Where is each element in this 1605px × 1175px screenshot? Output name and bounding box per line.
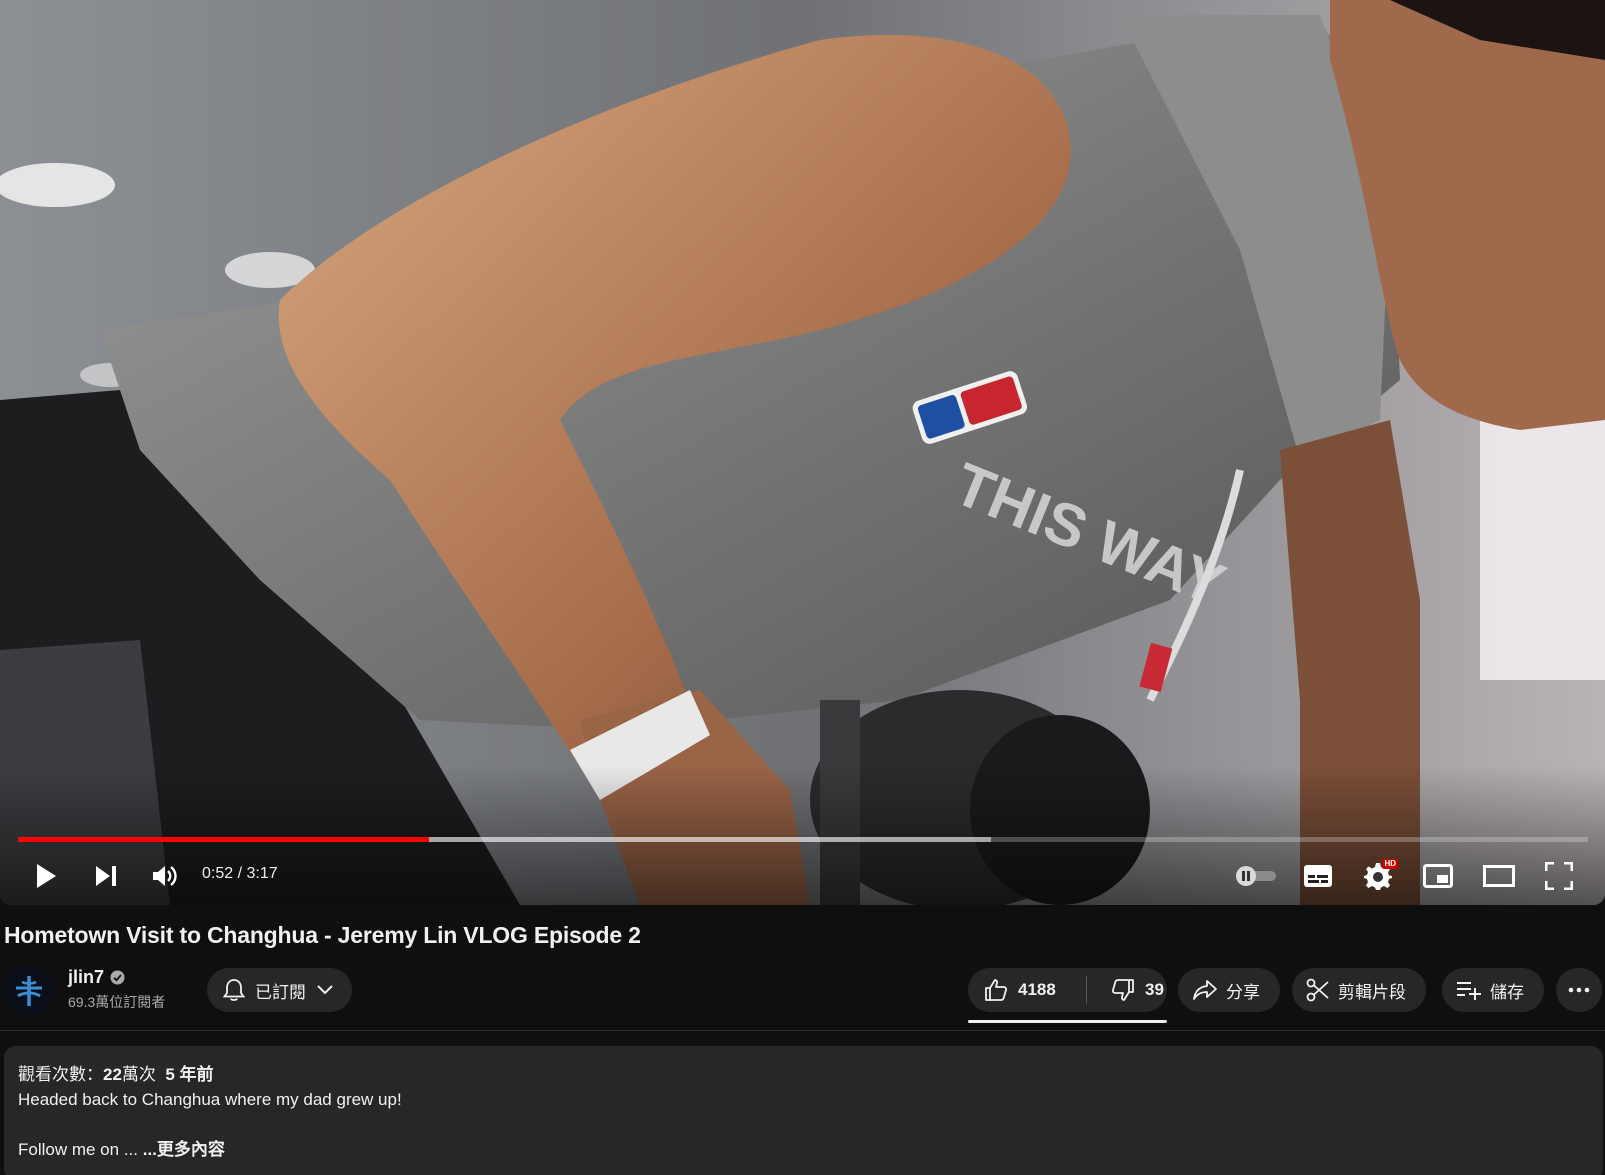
thumbs-down-icon [1111, 979, 1134, 1001]
channel-owner: jlin7 69.3萬位訂閱者 [4, 965, 165, 1017]
views-value: 22 [103, 1065, 122, 1084]
more-actions-button[interactable] [1556, 968, 1602, 1012]
clip-label: 剪輯片段 [1338, 982, 1406, 1002]
like-count: 4188 [1018, 980, 1056, 999]
views-unit: 萬次 [121, 1065, 156, 1084]
section-divider [0, 1030, 1605, 1031]
subscriber-count: 69.3萬位訂閱者 [68, 993, 166, 1010]
scissors-icon [1306, 978, 1329, 1002]
time-display: 0:52 / 3:17 [202, 865, 278, 882]
view-count-and-date: 觀看次數：22萬次 5 年前 [18, 1062, 1589, 1087]
subscribed-button[interactable]: 已訂閱 [207, 968, 352, 1012]
like-dislike-group: 4188 39 [968, 968, 1167, 1012]
description-line-2: Follow me on ... [18, 1140, 138, 1159]
progress-bar[interactable] [18, 837, 1588, 842]
settings-button[interactable]: HD [1354, 856, 1402, 896]
fullscreen-icon [1545, 862, 1573, 890]
share-button[interactable]: 分享 [1178, 968, 1280, 1012]
duration: 3:17 [246, 865, 278, 882]
like-indicator-underline [968, 1020, 1167, 1023]
verified-check-icon [110, 970, 125, 984]
autoplay-toggle[interactable] [1228, 856, 1284, 896]
play-button[interactable] [22, 856, 70, 896]
like-divider [1086, 976, 1087, 1004]
share-icon [1193, 980, 1217, 1000]
played-bar [18, 837, 430, 842]
channel-name[interactable]: jlin7 [68, 967, 104, 988]
miniplayer-button[interactable] [1414, 856, 1462, 896]
thumbs-up-icon [985, 979, 1008, 1001]
description-box[interactable]: 觀看次數：22萬次 5 年前 Headed back to Changhua w… [4, 1046, 1603, 1175]
upload-age: 5 年前 [165, 1065, 214, 1084]
save-label: 儲存 [1490, 982, 1524, 1002]
show-more-button[interactable]: ...更多內容 [143, 1140, 225, 1159]
share-label: 分享 [1226, 982, 1260, 1002]
subtitles-icon [1304, 865, 1332, 887]
fullscreen-button[interactable] [1535, 856, 1583, 896]
avatar[interactable] [4, 966, 54, 1016]
theater-mode-button[interactable] [1475, 856, 1523, 896]
bell-icon [223, 979, 245, 1001]
channel-name-row[interactable]: jlin7 [68, 967, 165, 988]
player-controls: 0:52 / 3:17 HD [0, 856, 1605, 896]
chevron-down-icon [317, 985, 333, 995]
video-frame[interactable]: THIS WAY [0, 0, 1605, 905]
theater-mode-icon [1483, 865, 1515, 887]
current-time: 0:52 [202, 865, 234, 882]
channel-logo-icon [16, 976, 42, 1006]
volume-icon [153, 866, 177, 886]
dislike-button[interactable]: 39 [1095, 968, 1164, 1012]
save-button[interactable]: 儲存 [1442, 968, 1544, 1012]
subscribed-label: 已訂閱 [255, 982, 306, 1002]
subtitles-button[interactable] [1294, 856, 1342, 896]
next-button[interactable] [82, 856, 130, 896]
video-player[interactable]: THIS WAY 0:52 / 3:17 HD [0, 0, 1605, 905]
like-button[interactable]: 4188 [968, 968, 1078, 1012]
play-icon [37, 864, 56, 888]
more-horizontal-icon [1568, 987, 1590, 993]
channel-info: jlin7 69.3萬位訂閱者 [68, 967, 166, 1012]
add-to-playlist-icon [1457, 982, 1481, 1000]
volume-button[interactable] [141, 856, 189, 896]
autoplay-toggle-icon [1236, 866, 1276, 886]
hd-badge: HD [1382, 859, 1398, 869]
views-label: 觀看次數： [18, 1065, 103, 1084]
miniplayer-icon [1423, 864, 1453, 888]
skip-next-icon [96, 866, 116, 886]
clip-button[interactable]: 剪輯片段 [1292, 968, 1426, 1012]
video-title: Hometown Visit to Changhua - Jeremy Lin … [4, 922, 641, 948]
description-line-1: Headed back to Changhua where my dad gre… [18, 1090, 402, 1109]
dislike-count: 39 [1145, 980, 1164, 999]
description-line-2-row: Follow me on ... ...更多內容 [18, 1137, 1589, 1162]
